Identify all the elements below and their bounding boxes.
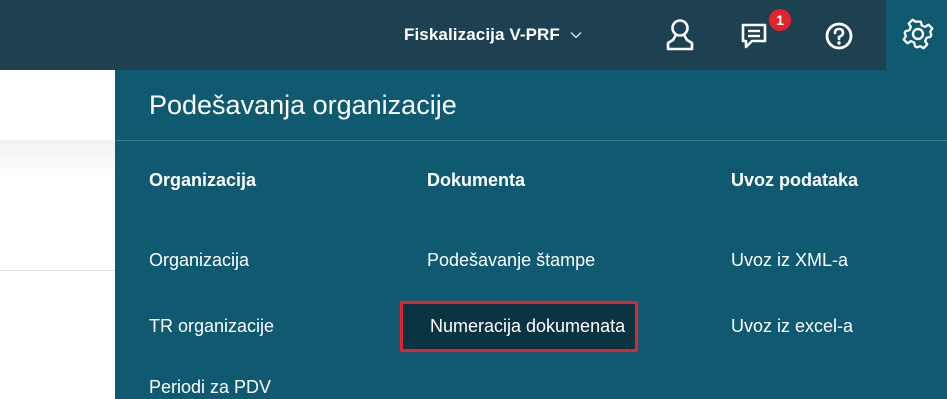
chevron-down-icon — [570, 31, 582, 39]
messages-icon[interactable] — [740, 22, 772, 52]
column-heading: Dokumenta — [427, 170, 526, 190]
menu-item-organizacija[interactable]: Organizacija — [149, 250, 249, 271]
column-dokumenta: Dokumenta Podešavanje štampe Numeracija … — [400, 170, 639, 352]
page-content-shadow — [0, 140, 115, 178]
panel-divider — [115, 140, 947, 141]
menu-item-periodi-za-pdv[interactable]: Periodi za PDV — [149, 377, 271, 398]
notification-badge: 1 — [769, 9, 791, 31]
column-heading: Uvoz podataka — [731, 170, 859, 190]
user-icon[interactable] — [665, 18, 695, 52]
help-icon[interactable] — [824, 21, 854, 51]
column-organizacija: Organizacija Organizacija TR organizacij… — [149, 170, 274, 397]
gear-icon[interactable] — [901, 17, 935, 51]
column-heading: Organizacija — [149, 170, 257, 190]
menu-item-podesavanje-stampe[interactable]: Podešavanje štampe — [427, 250, 595, 271]
page-divider — [0, 270, 115, 271]
menu-item-numeracija-dokumenata[interactable]: Numeracija dokumenata — [400, 301, 639, 352]
organization-switcher[interactable]: Fiskalizacija V-PRF — [404, 20, 582, 50]
menu-item-uvoz-iz-xml[interactable]: Uvoz iz XML-a — [731, 250, 848, 271]
menu-item-tr-organizacije[interactable]: TR organizacije — [149, 316, 274, 337]
menu-item-uvoz-iz-excel[interactable]: Uvoz iz excel-a — [731, 316, 853, 337]
top-navigation-bar: Fiskalizacija V-PRF 1 — [0, 0, 947, 70]
organization-settings-panel: Podešavanja organizacije Organizacija Or… — [115, 70, 947, 399]
panel-title: Podešavanja organizacije — [149, 90, 457, 120]
organization-name: Fiskalizacija V-PRF — [404, 25, 560, 44]
column-uvoz-podataka: Uvoz podataka Uvoz iz XML-a Uvoz iz exce… — [731, 170, 859, 336]
